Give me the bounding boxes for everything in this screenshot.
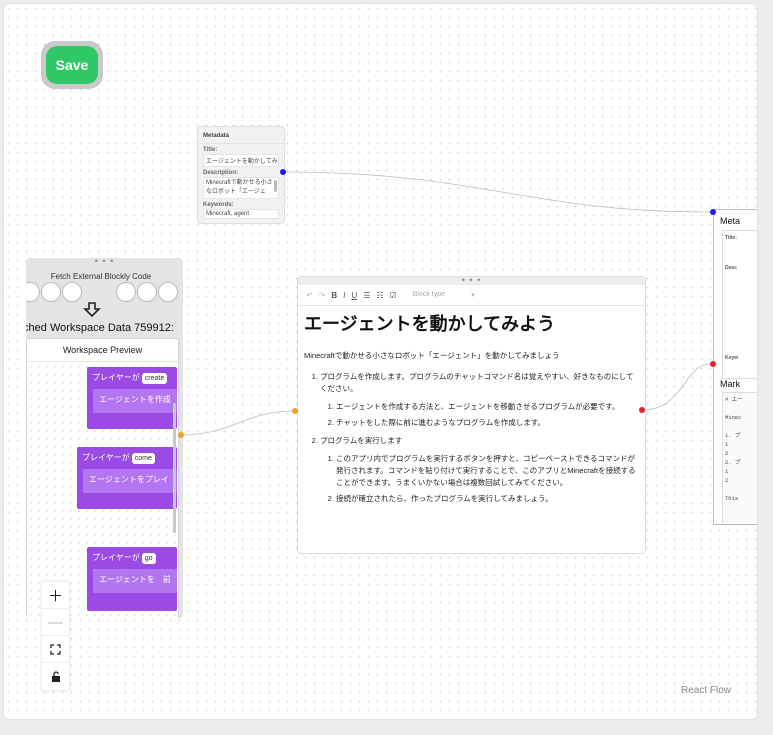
substep-list: エージェントを作成する方法と、エージェントを移動させるプログラムが必要です。 チ… <box>320 401 639 429</box>
step-item: プログラムを作成します。プログラムのチャットコマンド名は覚えやすい、好きなものに… <box>320 371 639 429</box>
description-text: Minecraftで動かせる小さなロボット「エージェ <box>206 180 273 195</box>
metadata-panel: Title: Desc Keyw <box>722 230 757 379</box>
keywords-label: Keywords: <box>203 202 234 208</box>
title-label: Title: <box>725 235 737 241</box>
action-block[interactable]: エージェントを作成 <box>93 389 177 413</box>
output-target-handle[interactable] <box>710 209 716 215</box>
flow-canvas[interactable]: Save Metadata Title: エージェントを動かしてみよ Descr… <box>3 3 758 720</box>
editor-target-handle[interactable] <box>292 408 298 414</box>
edge-metadata <box>281 171 711 213</box>
zoom-in-icon[interactable]: ＋ <box>42 582 69 609</box>
substep-item: このアプリ内でプログラムを実行するボタンを押すと、コピーペーストできるコマンドが… <box>336 453 639 489</box>
option-circle[interactable] <box>116 282 136 302</box>
zoom-out-icon[interactable]: — <box>42 609 69 636</box>
drag-handle[interactable]: • • • <box>26 258 183 266</box>
option-circle[interactable] <box>137 282 157 302</box>
step-item: プログラムを実行します このアプリ内でプログラムを実行するボタンを押すと、コピー… <box>320 435 639 505</box>
markdown-label: Mark <box>720 379 740 389</box>
substep-list: このアプリ内でプログラムを実行するボタンを押すと、コピーペーストできるコマンドが… <box>320 453 639 505</box>
substep-item: 接続が確立されたら、作ったプログラムを実行してみましょう。 <box>336 493 639 505</box>
workspace-preview-title: Workspace Preview <box>27 339 178 362</box>
description-label: Description: <box>203 170 239 176</box>
workspace-data-label: tched Workspace Data 759912: <box>26 322 174 334</box>
title-field[interactable]: エージェントを動かしてみよ <box>203 154 279 167</box>
substep-item: エージェントを作成する方法と、エージェントを移動させるプログラムが必要です。 <box>336 401 639 413</box>
fetch-source-handle[interactable] <box>178 432 184 438</box>
output-target-handle[interactable] <box>710 361 716 367</box>
metadata-source-handle[interactable] <box>280 169 286 175</box>
fetch-node-title: Fetch External Blockly Code <box>50 272 152 281</box>
italic-icon[interactable]: I <box>343 291 345 300</box>
numbered-list-icon[interactable]: ☷ <box>376 291 383 300</box>
save-button[interactable]: Save <box>46 46 98 84</box>
editor-toolbar: ↶ ↷ B I U ☰ ☷ ☑ Block type ▾ <box>298 285 645 306</box>
save-button-frame: Save <box>41 41 103 89</box>
bold-icon[interactable]: B <box>331 291 337 300</box>
rich-text-editor-node[interactable]: • • • ↶ ↷ B I U ☰ ☷ ☑ Block type ▾ エージェン… <box>297 276 646 554</box>
react-flow-attribution[interactable]: React Flow <box>681 685 731 696</box>
keywords-label: Keyw <box>725 355 739 361</box>
undo-icon[interactable]: ↶ <box>306 291 313 300</box>
workspace-preview[interactable]: Workspace Preview プレイヤーが create エージェントを作成… <box>26 338 179 618</box>
editor-intro: Minecraftで動かせる小さなロボット「エージェント」を動かしてみましょう <box>304 351 560 360</box>
description-label: Desc <box>725 265 737 271</box>
option-circle[interactable] <box>62 282 82 302</box>
editor-heading: エージェントを動かしてみよう <box>304 314 556 334</box>
event-block-go[interactable]: プレイヤーが go エージェントを 前 <box>87 547 177 611</box>
arrow-down-icon <box>83 302 101 318</box>
workspace-scrollbar[interactable] <box>173 403 176 533</box>
substep-item: チャットをした際に前に進むようなプログラムを作成します。 <box>336 417 639 429</box>
edge-fetch-editor <box>179 410 295 436</box>
output-node[interactable]: Meta Title: Desc Keyw Mark # エー Minec 1.… <box>713 209 757 525</box>
action-block[interactable]: エージェントをプレイ <box>83 469 177 493</box>
option-circle[interactable] <box>158 282 178 302</box>
drag-handle[interactable]: • • • <box>298 277 645 285</box>
block-event-label: プレイヤーが <box>92 373 140 382</box>
lock-icon[interactable] <box>42 663 69 689</box>
option-circle[interactable] <box>26 282 40 302</box>
underline-icon[interactable]: U <box>351 291 357 300</box>
output-node-title: Meta <box>720 216 741 226</box>
command-pill[interactable]: come <box>131 453 155 464</box>
bullet-list-icon[interactable]: ☰ <box>363 291 370 300</box>
fit-view-icon[interactable] <box>42 636 69 663</box>
description-scrollbar[interactable] <box>274 180 277 192</box>
flow-controls: ＋ — <box>41 581 70 691</box>
block-type-select[interactable]: Block type ▾ <box>413 291 475 299</box>
markdown-output[interactable]: # エー Minec 1. プ 1 2 2. プ 1 2 This <box>722 392 757 524</box>
command-pill[interactable]: go <box>141 553 156 564</box>
title-label: Title: <box>203 147 218 153</box>
editor-content[interactable]: エージェントを動かしてみよう Minecraftで動かせる小さなロボット「エージ… <box>298 310 645 505</box>
event-block-create[interactable]: プレイヤーが create エージェントを作成 <box>87 367 177 429</box>
fetch-blockly-node[interactable]: • • • Fetch External Blockly Code tched … <box>26 258 183 618</box>
edge-editor-right <box>641 363 711 411</box>
description-field[interactable]: Minecraftで動かせる小さなロボット「エージェ <box>203 177 279 199</box>
event-block-come[interactable]: プレイヤーが come エージェントをプレイ <box>77 447 177 509</box>
block-event-label: プレイヤーが <box>92 553 140 562</box>
action-block[interactable]: エージェントを 前 <box>93 569 177 593</box>
checklist-icon[interactable]: ☑ <box>390 291 397 300</box>
option-circle[interactable] <box>41 282 61 302</box>
redo-icon[interactable]: ↷ <box>319 291 326 300</box>
step-list: プログラムを作成します。プログラムのチャットコマンド名は覚えやすい、好きなものに… <box>304 371 639 505</box>
command-pill[interactable]: create <box>141 373 168 384</box>
keywords-field[interactable]: Minecraft, agent <box>203 209 279 219</box>
metadata-header: Metadata <box>198 127 284 144</box>
block-event-label: プレイヤーが <box>82 453 130 462</box>
metadata-node[interactable]: Metadata Title: エージェントを動かしてみよ Descriptio… <box>197 126 285 224</box>
editor-source-handle[interactable] <box>639 407 645 413</box>
chevron-down-icon: ▾ <box>471 292 475 299</box>
block-type-label: Block type <box>412 291 446 298</box>
blockly-workspace[interactable]: プレイヤーが create エージェントを作成 プレイヤーが come エージェント… <box>27 363 178 618</box>
